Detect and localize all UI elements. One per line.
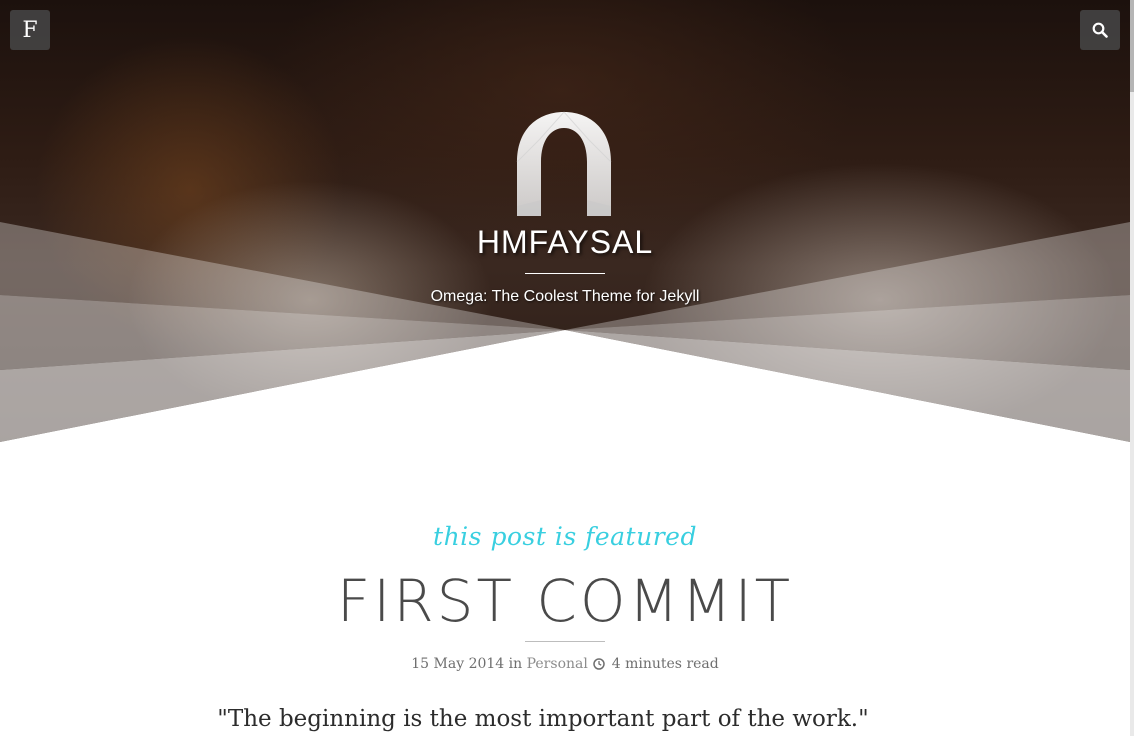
- menu-button[interactable]: F: [10, 10, 50, 50]
- post-title-divider: [525, 641, 605, 642]
- post-quote: "The beginning is the most important par…: [217, 706, 869, 732]
- post-date: 15 May 2014: [411, 656, 505, 672]
- search-button[interactable]: [1080, 10, 1120, 50]
- clock-icon: [593, 658, 606, 670]
- hero-facet-overlay: [0, 222, 1130, 442]
- site-title[interactable]: HMFAYSAL: [0, 224, 1130, 261]
- title-divider: [525, 273, 605, 274]
- page-scrollbar[interactable]: [1130, 0, 1134, 736]
- post-in-word: in: [508, 656, 523, 672]
- post-meta: 15 May 2014 in Personal 4 minutes read: [0, 656, 1130, 672]
- scrollbar-thumb[interactable]: [1130, 0, 1134, 92]
- menu-button-label: F: [22, 17, 38, 43]
- omega-logo-icon: [509, 110, 619, 220]
- post-category-link[interactable]: Personal: [527, 656, 588, 672]
- featured-label: this post is featured: [433, 522, 697, 551]
- post-title[interactable]: FIRST COMMIT: [0, 566, 1130, 636]
- post-read-time: 4 minutes read: [611, 656, 719, 672]
- site-tagline: Omega: The Coolest Theme for Jekyll: [430, 288, 700, 305]
- search-icon: [1092, 22, 1108, 38]
- hero-banner: HMFAYSAL Omega: The Coolest Theme for Je…: [0, 0, 1130, 442]
